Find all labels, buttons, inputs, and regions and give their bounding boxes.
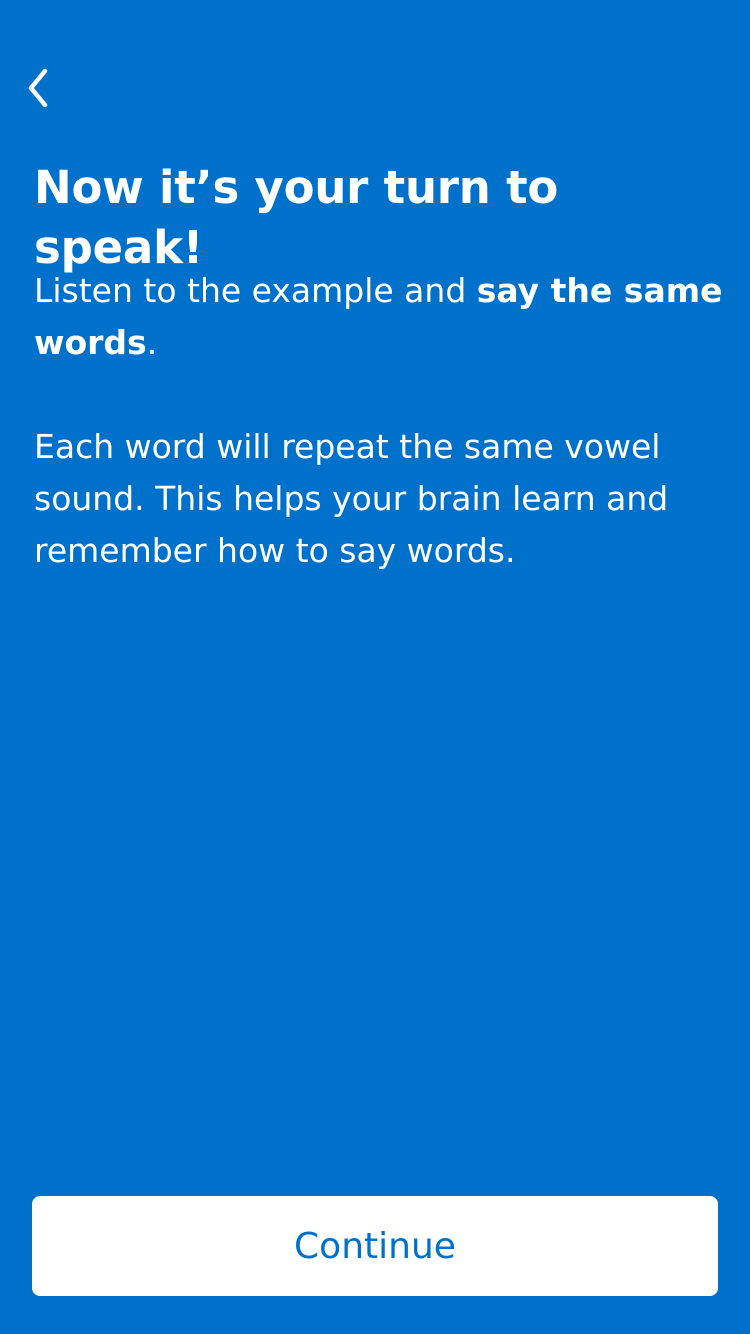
explanation-paragraph: Each word will repeat the same vowel sou…: [34, 427, 669, 570]
intro-period: .: [146, 323, 158, 362]
intro-text: Listen to the example and: [34, 271, 477, 310]
back-button[interactable]: [14, 60, 62, 116]
continue-button[interactable]: Continue: [32, 1196, 718, 1296]
instructions: Listen to the example and say the same w…: [34, 265, 724, 577]
chevron-left-icon: [23, 65, 53, 111]
continue-label: Continue: [294, 1225, 456, 1267]
page-title: Now it’s your turn to speak!: [34, 161, 559, 274]
intro-paragraph: Listen to the example and say the same w…: [34, 265, 724, 369]
